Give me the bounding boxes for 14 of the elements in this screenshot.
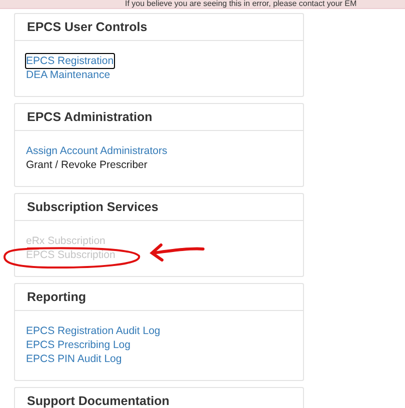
panel-title: EPCS Administration: [27, 108, 152, 126]
menu-text: Grant / Revoke Prescriber: [26, 158, 148, 172]
panel-title: Subscription Services: [27, 198, 158, 216]
arrow-drawing: [149, 242, 205, 262]
menu-link[interactable]: EPCS PIN Audit Log: [26, 352, 122, 366]
banner-text: If you believe you are seeing this in error, please contact your EM: [125, 0, 357, 8]
panel-title: Support Documentation: [27, 392, 170, 408]
menu-link[interactable]: EPCS Registration: [26, 54, 114, 68]
menu-link[interactable]: DEA Maintenance: [26, 68, 110, 82]
panel-title: Reporting: [27, 288, 86, 306]
menu-link[interactable]: EPCS Prescribing Log: [26, 338, 130, 352]
menu-link[interactable]: Assign Account Administrators: [26, 144, 168, 158]
panel-title: EPCS User Controls: [27, 18, 148, 36]
menu-link[interactable]: EPCS Registration Audit Log: [26, 324, 160, 338]
